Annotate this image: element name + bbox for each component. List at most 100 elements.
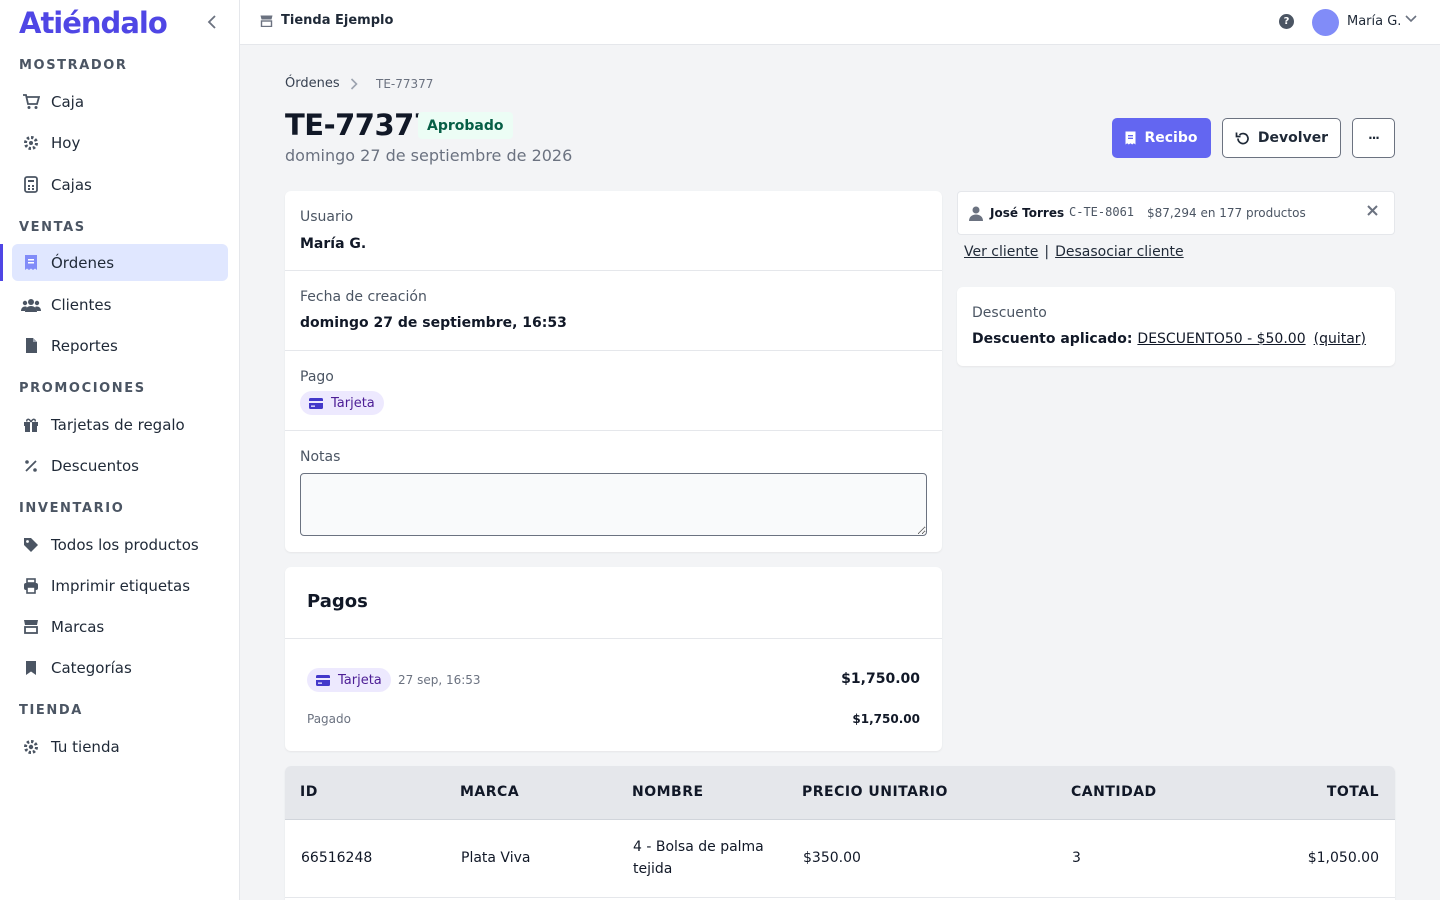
column-header-brand: MARCA xyxy=(460,784,520,800)
user-menu-name[interactable]: María G. xyxy=(1347,14,1401,29)
cell-id: 66516248 xyxy=(301,850,373,866)
chevron-right-icon xyxy=(350,78,358,90)
sidebar-item-clientes[interactable]: Clientes xyxy=(12,286,228,323)
order-date: domingo 27 de septiembre de 2026 xyxy=(285,146,573,165)
payments-title: Pagos xyxy=(307,591,368,612)
sidebar-item-label: Marcas xyxy=(51,617,105,636)
order-details-card: Usuario María G. Fecha de creación domin… xyxy=(285,191,942,552)
client-links: Ver cliente | Desasociar cliente xyxy=(964,244,1184,260)
user-label: Usuario xyxy=(300,209,354,225)
gift-icon xyxy=(21,415,41,435)
paid-label: Pagado xyxy=(307,712,351,726)
paid-amount: $1,750.00 xyxy=(852,712,920,726)
notes-field[interactable] xyxy=(300,473,927,536)
undo-icon xyxy=(1235,131,1250,146)
receipt-button-label: Recibo xyxy=(1144,130,1198,146)
sidebar-item-label: Descuentos xyxy=(51,456,139,475)
store-name: Tienda Ejemplo xyxy=(281,13,394,28)
avatar[interactable] xyxy=(1312,9,1339,36)
payment-method-chip: Tarjeta xyxy=(300,391,384,415)
help-icon[interactable]: ? xyxy=(1279,14,1294,29)
more-actions-button[interactable]: ··· xyxy=(1352,118,1395,158)
section-title-mostrador: MOSTRADOR xyxy=(19,58,128,73)
unlink-client-link[interactable]: Desasociar cliente xyxy=(1055,244,1184,260)
cart-icon xyxy=(21,92,41,112)
sidebar-item-marcas[interactable]: Marcas xyxy=(12,608,228,645)
tag-icon xyxy=(21,535,41,555)
payment-label: Pago xyxy=(300,369,334,385)
collapse-sidebar-button[interactable] xyxy=(203,12,221,32)
document-icon xyxy=(21,336,41,356)
client-name: José Torres xyxy=(990,206,1065,220)
column-header-total: TOTAL xyxy=(1326,784,1379,800)
table-header: ID MARCA NOMBRE PRECIO UNITARIO CANTIDAD… xyxy=(285,766,1395,820)
column-header-id: ID xyxy=(300,784,318,800)
discount-card: Descuento Descuento aplicado: DESCUENTO5… xyxy=(957,287,1395,366)
client-code: C-TE-8061 xyxy=(1069,205,1135,219)
sidebar-item-hoy[interactable]: Hoy xyxy=(12,124,228,161)
receipt-button[interactable]: Recibo xyxy=(1112,118,1211,158)
table-row[interactable]: 66516248 Plata Viva 4 - Bolsa de palma t… xyxy=(285,820,1395,898)
status-badge: Aprobado xyxy=(418,112,513,139)
cell-quantity: 3 xyxy=(1072,850,1081,866)
divider xyxy=(285,638,942,639)
user-icon xyxy=(969,206,983,221)
payment-method-chip: Tarjeta xyxy=(307,668,391,692)
discount-label: Descuento xyxy=(972,305,1047,321)
refund-button-label: Devolver xyxy=(1257,130,1329,146)
cell-name: 4 - Bolsa de palma tejida xyxy=(633,839,764,877)
column-header-name: NOMBRE xyxy=(632,784,704,800)
more-icon: ··· xyxy=(1368,131,1380,145)
sidebar-item-categorias[interactable]: Categorías xyxy=(12,649,228,686)
payment-method-label: Tarjeta xyxy=(331,395,375,411)
discount-applied: Descuento aplicado: DESCUENTO50 - $50.00… xyxy=(972,331,1366,347)
detail-row-user: Usuario María G. xyxy=(285,191,942,271)
chevron-down-icon[interactable] xyxy=(1405,15,1417,23)
column-header-unit-price: PRECIO UNITARIO xyxy=(802,784,948,800)
payments-card: Pagos Tarjeta 27 sep, 16:53 $1,750.00 Pa… xyxy=(285,567,942,751)
topbar: Tienda Ejemplo ? María G. xyxy=(240,0,1440,45)
discount-code-link[interactable]: DESCUENTO50 - $50.00 xyxy=(1137,331,1305,347)
cell-total: $1,050.00 xyxy=(1307,850,1379,866)
sidebar-item-cajas[interactable]: Cajas xyxy=(12,166,228,203)
sidebar-item-label: Clientes xyxy=(51,295,112,314)
sidebar-item-tu-tienda[interactable]: Tu tienda xyxy=(12,728,228,765)
sidebar-item-caja[interactable]: Caja xyxy=(12,83,228,120)
payment-method-label: Tarjeta xyxy=(338,672,382,688)
sidebar-item-tarjetas-regalo[interactable]: Tarjetas de regalo xyxy=(12,406,228,443)
store-selector[interactable]: Tienda Ejemplo xyxy=(260,13,393,28)
section-title-tienda: TIENDA xyxy=(19,703,83,718)
client-card: José Torres C-TE-8061 $87,294 en 177 pro… xyxy=(957,191,1395,235)
sidebar-item-ordenes[interactable]: Órdenes xyxy=(12,244,228,281)
sidebar-item-imprimir-etiquetas[interactable]: Imprimir etiquetas xyxy=(12,567,228,604)
store-icon xyxy=(21,617,41,637)
close-icon[interactable] xyxy=(1367,205,1378,216)
cell-unit-price: $350.00 xyxy=(803,850,861,866)
sidebar-item-todos-productos[interactable]: Todos los productos xyxy=(12,526,228,563)
refund-button[interactable]: Devolver xyxy=(1222,118,1341,158)
sidebar-item-label: Caja xyxy=(51,92,85,111)
remove-discount-link[interactable]: (quitar) xyxy=(1314,331,1366,347)
breadcrumb-current: TE-77377 xyxy=(376,77,434,91)
detail-row-payment: Pago Tarjeta xyxy=(285,351,942,431)
payment-time: 27 sep, 16:53 xyxy=(398,673,481,687)
gear-icon xyxy=(21,133,41,153)
sidebar-item-reportes[interactable]: Reportes xyxy=(12,327,228,364)
chevron-left-icon xyxy=(207,15,216,29)
sidebar-item-label: Tarjetas de regalo xyxy=(51,415,185,434)
breadcrumb-parent[interactable]: Órdenes xyxy=(285,76,340,91)
sidebar-item-descuentos[interactable]: Descuentos xyxy=(12,447,228,484)
users-icon xyxy=(21,295,41,315)
notes-label: Notas xyxy=(300,449,341,465)
sidebar-item-label: Tu tienda xyxy=(51,737,120,756)
sidebar-item-label: Imprimir etiquetas xyxy=(51,576,191,595)
calculator-icon xyxy=(21,175,41,195)
view-client-link[interactable]: Ver cliente xyxy=(964,244,1038,260)
brand-logo[interactable]: Atiéndalo xyxy=(19,6,168,40)
created-value: domingo 27 de septiembre, 16:53 xyxy=(300,315,567,331)
credit-card-icon xyxy=(316,674,330,686)
page-title: TE-77377 xyxy=(285,108,434,142)
discount-applied-label: Descuento aplicado: xyxy=(972,331,1133,347)
items-table: ID MARCA NOMBRE PRECIO UNITARIO CANTIDAD… xyxy=(285,766,1395,900)
sidebar-item-label: Todos los productos xyxy=(51,535,199,554)
